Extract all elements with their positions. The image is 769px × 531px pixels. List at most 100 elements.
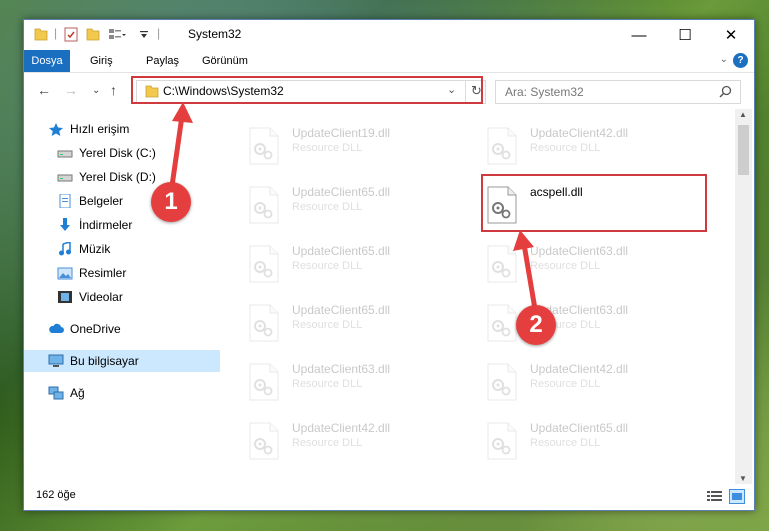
- address-highlight-frame: [131, 76, 483, 104]
- help-button[interactable]: ?: [733, 53, 748, 68]
- separator: |: [54, 26, 58, 40]
- minimize-button[interactable]: —: [616, 20, 662, 50]
- dll-file-icon: [248, 186, 280, 224]
- sidebar-item-videos[interactable]: Videolar 📌: [24, 286, 250, 308]
- scroll-up-icon[interactable]: ▲: [739, 110, 747, 119]
- file-name: UpdateClient42.dll: [530, 362, 629, 376]
- dll-file-icon: [248, 363, 280, 401]
- file-description: Resource DLL: [292, 319, 363, 331]
- video-icon: [58, 291, 72, 303]
- file-item[interactable]: UpdateClient42.dll Resource DLL: [478, 123, 703, 171]
- dll-file-icon: [486, 127, 518, 165]
- sidebar-item-quick-access[interactable]: Hızlı erişim: [24, 118, 241, 140]
- customize-dropdown-icon[interactable]: [139, 26, 149, 42]
- sidebar-item-local-disk-c[interactable]: Yerel Disk (C:) 📌: [24, 142, 250, 164]
- scroll-down-icon[interactable]: ▼: [739, 474, 747, 483]
- sidebar-item-pictures[interactable]: Resimler 📌: [24, 262, 250, 284]
- close-button[interactable]: ✕: [708, 20, 754, 50]
- file-item[interactable]: UpdateClient65.dll Resource DLL: [478, 418, 703, 466]
- file-item[interactable]: UpdateClient65.dll Resource DLL: [240, 182, 465, 230]
- dll-file-icon: [486, 422, 518, 460]
- properties-icon[interactable]: [64, 26, 78, 42]
- search-box[interactable]: Ara: System32: [495, 80, 741, 104]
- file-description: Resource DLL: [530, 260, 601, 272]
- sidebar-item-local-disk-d[interactable]: Yerel Disk (D:) 📌: [24, 166, 250, 188]
- file-name: UpdateClient19.dll: [292, 126, 391, 140]
- tab-home[interactable]: Giriş: [80, 50, 123, 72]
- dll-file-icon: [486, 363, 518, 401]
- file-description: Resource DLL: [530, 378, 601, 390]
- file-item[interactable]: UpdateClient65.dll Resource DLL: [240, 241, 465, 289]
- sidebar-item-downloads[interactable]: İndirmeler 📌: [24, 214, 250, 236]
- tab-file[interactable]: Dosya: [24, 50, 70, 72]
- file-description: Resource DLL: [530, 142, 601, 154]
- view-options-icon[interactable]: [108, 26, 126, 42]
- file-description: Resource DLL: [292, 201, 363, 213]
- navigation-bar: ← → ⌄ ↑ C:\Windows\System32 ⌄ ↻ Ara: Sys…: [24, 73, 754, 109]
- recent-locations-icon[interactable]: ⌄: [92, 85, 100, 96]
- file-name: UpdateClient65.dll: [292, 244, 391, 258]
- scrollbar-thumb[interactable]: [738, 125, 749, 175]
- tab-share[interactable]: Paylaş: [136, 50, 189, 72]
- sidebar-item-this-pc[interactable]: Bu bilgisayar: [24, 350, 241, 372]
- sidebar-item-network[interactable]: Ağ: [24, 382, 241, 404]
- sidebar-item-label: Yerel Disk (C:): [79, 146, 156, 160]
- back-arrow-icon[interactable]: ←: [37, 82, 51, 98]
- dll-file-icon: [248, 304, 280, 342]
- file-item[interactable]: UpdateClient42.dll Resource DLL: [478, 359, 703, 407]
- sidebar-item-onedrive[interactable]: OneDrive: [24, 318, 241, 340]
- expand-ribbon-icon[interactable]: ⌄: [720, 54, 728, 65]
- sidebar-item-label: OneDrive: [70, 322, 121, 336]
- file-item[interactable]: UpdateClient19.dll Resource DLL: [240, 123, 465, 171]
- sidebar-item-label: Hızlı erişim: [70, 122, 130, 136]
- ribbon: Dosya Giriş Paylaş Görünüm ⌄ ?: [24, 50, 754, 73]
- file-name: UpdateClient42.dll: [530, 126, 629, 140]
- file-description: Resource DLL: [530, 437, 601, 449]
- search-placeholder[interactable]: Ara: System32: [505, 85, 584, 99]
- sidebar-item-music[interactable]: Müzik 📌: [24, 238, 250, 260]
- cloud-icon: [49, 323, 64, 333]
- computer-icon: [48, 354, 64, 367]
- navigation-pane: Hızlı erişim Yerel Disk (C:) 📌 Yerel Dis…: [24, 109, 246, 484]
- file-name: UpdateClient63.dll: [530, 244, 629, 258]
- status-bar: 162 öğe: [24, 484, 754, 510]
- sidebar-item-label: Yerel Disk (D:): [79, 170, 156, 184]
- sidebar-item-label: Resimler: [79, 266, 127, 280]
- sidebar-item-documents[interactable]: Belgeler 📌: [24, 190, 250, 212]
- large-icons-view-icon[interactable]: [729, 489, 745, 504]
- search-icon[interactable]: [719, 85, 732, 98]
- file-description: Resource DLL: [292, 260, 363, 272]
- dll-file-icon: [486, 304, 518, 342]
- file-item[interactable]: UpdateClient63.dll Resource DLL: [240, 359, 465, 407]
- file-item[interactable]: UpdateClient65.dll Resource DLL: [240, 300, 465, 348]
- file-item[interactable]: UpdateClient63.dll Resource DLL: [478, 300, 703, 348]
- sidebar-item-label: İndirmeler: [79, 218, 133, 232]
- dll-file-icon: [248, 422, 280, 460]
- pictures-icon: [57, 267, 73, 280]
- details-view-icon[interactable]: [706, 490, 723, 503]
- forward-arrow-icon[interactable]: →: [64, 82, 78, 98]
- file-name: UpdateClient65.dll: [292, 185, 391, 199]
- selected-file-highlight-frame: [481, 174, 707, 232]
- dll-file-icon: [248, 245, 280, 283]
- up-arrow-icon[interactable]: ↑: [110, 82, 117, 98]
- file-name: UpdateClient42.dll: [292, 421, 391, 435]
- step-badge-2: 2: [516, 305, 556, 345]
- music-icon: [59, 242, 71, 256]
- file-name: UpdateClient63.dll: [292, 362, 391, 376]
- new-folder-icon[interactable]: [86, 26, 100, 42]
- item-count: 162 öğe: [36, 489, 76, 501]
- file-item[interactable]: UpdateClient42.dll Resource DLL: [240, 418, 465, 466]
- sidebar-item-label: Belgeler: [79, 194, 124, 208]
- dll-file-icon: [248, 127, 280, 165]
- sidebar-item-label: Videolar: [79, 290, 123, 304]
- file-description: Resource DLL: [292, 437, 363, 449]
- file-description: Resource DLL: [292, 142, 363, 154]
- file-item[interactable]: UpdateClient63.dll Resource DLL: [478, 241, 703, 289]
- drive-icon: [57, 150, 73, 158]
- sidebar-item-label: Müzik: [79, 242, 111, 256]
- vertical-scrollbar[interactable]: ▲ ▼: [735, 109, 752, 484]
- maximize-button[interactable]: ☐: [662, 20, 708, 50]
- tab-view[interactable]: Görünüm: [192, 50, 258, 72]
- network-icon: [48, 386, 64, 400]
